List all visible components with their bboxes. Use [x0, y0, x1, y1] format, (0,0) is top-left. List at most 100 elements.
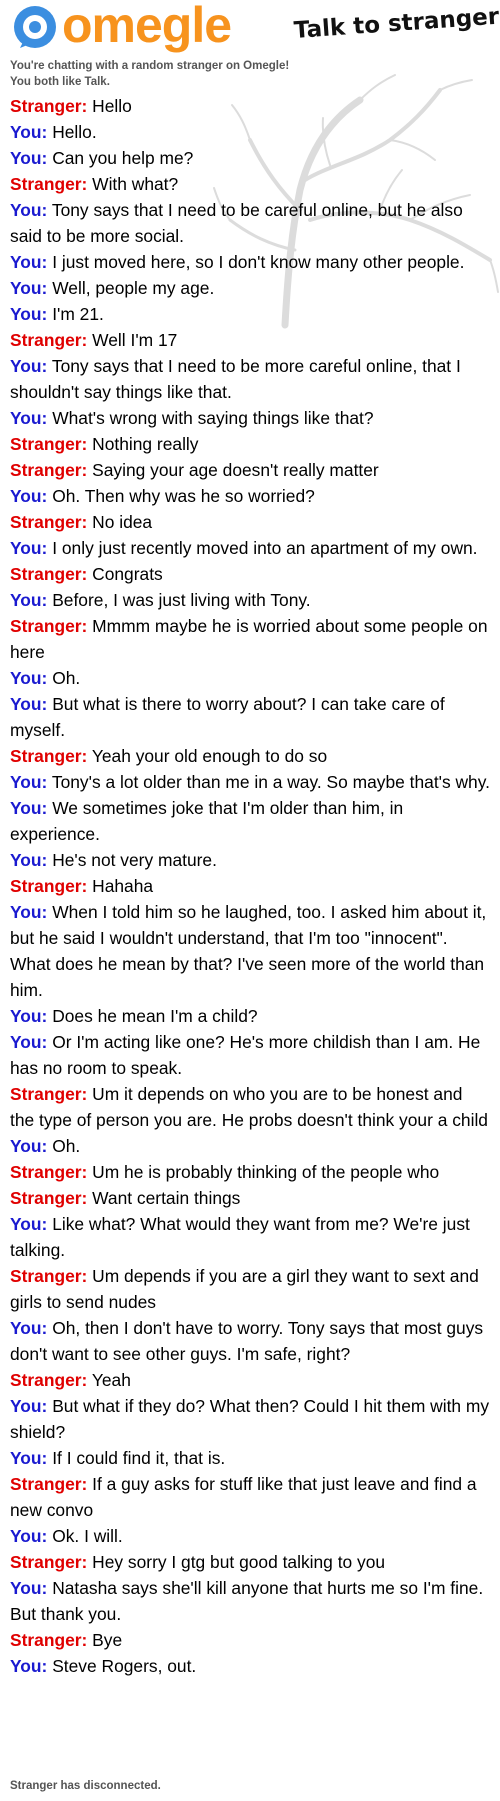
- you-label: You:: [10, 1656, 48, 1676]
- message-text: Natasha says she'll kill anyone that hur…: [10, 1578, 484, 1624]
- stranger-label: Stranger:: [10, 616, 88, 636]
- message-text: Hello.: [52, 122, 97, 142]
- chat-message: Stranger: Hahaha: [10, 873, 490, 899]
- chat-message: Stranger: No idea: [10, 509, 490, 535]
- chat-message: You: Tony says that I need to be careful…: [10, 197, 490, 249]
- stranger-label: Stranger:: [10, 1084, 88, 1104]
- chat-message: You: When I told him so he laughed, too.…: [10, 899, 490, 1003]
- chat-message: You: What's wrong with saying things lik…: [10, 405, 490, 431]
- chat-message: Stranger: Mmmm maybe he is worried about…: [10, 613, 490, 665]
- chat-message: You: Hello.: [10, 119, 490, 145]
- chat-message: Stranger: Nothing really: [10, 431, 490, 457]
- chat-message: You: He's not very mature.: [10, 847, 490, 873]
- chat-message: Stranger: Want certain things: [10, 1185, 490, 1211]
- chat-message: You: Ok. I will.: [10, 1523, 490, 1549]
- stranger-label: Stranger:: [10, 512, 88, 532]
- message-text: Want certain things: [92, 1188, 241, 1208]
- chat-message: Stranger: Yeah your old enough to do so: [10, 743, 490, 769]
- you-label: You:: [10, 772, 48, 792]
- chat-message: You: I just moved here, so I don't know …: [10, 249, 490, 275]
- message-text: If I could find it, that is.: [52, 1448, 226, 1468]
- message-text: Hello: [92, 96, 132, 116]
- info-line: You both like Talk.: [10, 76, 110, 88]
- you-label: You:: [10, 538, 48, 558]
- you-label: You:: [10, 122, 48, 142]
- you-label: You:: [10, 1318, 48, 1338]
- chat-message: You: I'm 21.: [10, 301, 490, 327]
- stranger-label: Stranger:: [10, 174, 88, 194]
- you-label: You:: [10, 486, 48, 506]
- message-text: He's not very mature.: [52, 850, 217, 870]
- you-label: You:: [10, 1578, 48, 1598]
- stranger-label: Stranger:: [10, 746, 88, 766]
- message-text: Well I'm 17: [92, 330, 178, 350]
- message-text: We sometimes joke that I'm older than hi…: [10, 798, 404, 844]
- you-label: You:: [10, 694, 48, 714]
- message-text: With what?: [92, 174, 179, 194]
- chat-message: You: Does he mean I'm a child?: [10, 1003, 490, 1029]
- chat-message: You: If I could find it, that is.: [10, 1445, 490, 1471]
- chat-log: Stranger: Hello You: Hello. You: Can you h…: [10, 93, 490, 1679]
- chat-message: Stranger: Saying your age doesn't really…: [10, 457, 490, 483]
- message-text: Oh.: [52, 1136, 81, 1156]
- chat-message: Stranger: Hello: [10, 93, 490, 119]
- message-text: What's wrong with saying things like tha…: [52, 408, 374, 428]
- chat-message: Stranger: Um depends if you are a girl t…: [10, 1263, 490, 1315]
- message-text: Ok. I will.: [52, 1526, 123, 1546]
- chat-message: Stranger: Um he is probably thinking of …: [10, 1159, 490, 1185]
- message-text: But what is there to worry about? I can …: [10, 694, 445, 740]
- you-label: You:: [10, 1006, 48, 1026]
- stranger-label: Stranger:: [10, 1162, 88, 1182]
- message-text: Tony says that I need to be more careful…: [10, 356, 461, 402]
- message-text: Oh.: [52, 668, 81, 688]
- message-text: Well, people my age.: [52, 278, 215, 298]
- you-label: You:: [10, 148, 48, 168]
- chat-message: You: Tony's a lot older than me in a way…: [10, 769, 490, 795]
- stranger-label: Stranger:: [10, 1188, 88, 1208]
- message-text: Before, I was just living with Tony.: [52, 590, 311, 610]
- logo-wordmark[interactable]: omegle: [62, 0, 232, 54]
- message-text: Yeah your old enough to do so: [91, 746, 328, 766]
- chat-message: Stranger: If a guy asks for stuff like t…: [10, 1471, 490, 1523]
- chat-message: Stranger: Um it depends on who you are t…: [10, 1081, 490, 1133]
- message-text: When I told him so he laughed, too. I as…: [10, 902, 487, 1000]
- message-text: Saying your age doesn't really matter: [92, 460, 379, 480]
- chat-message: You: Oh, then I don't have to worry. Ton…: [10, 1315, 490, 1367]
- chat-message: Stranger: Well I'm 17: [10, 327, 490, 353]
- you-label: You:: [10, 1396, 48, 1416]
- chat-message: Stranger: Yeah: [10, 1367, 490, 1393]
- message-text: Or I'm acting like one? He's more childi…: [10, 1032, 481, 1078]
- you-label: You:: [10, 252, 48, 272]
- message-text: Tony says that I need to be careful onli…: [10, 200, 463, 246]
- omegle-logo-icon: [14, 6, 56, 48]
- chat-message: Stranger: With what?: [10, 171, 490, 197]
- you-label: You:: [10, 278, 48, 298]
- stranger-label: Stranger:: [10, 96, 88, 116]
- info-line: You're chatting with a random stranger o…: [10, 60, 290, 72]
- stranger-label: Stranger:: [10, 460, 88, 480]
- message-text: Nothing really: [92, 434, 199, 454]
- message-text: Oh. Then why was he so worried?: [52, 486, 315, 506]
- stranger-label: Stranger:: [10, 1630, 88, 1650]
- chat-message: You: Steve Rogers, out.: [10, 1653, 490, 1679]
- chat-message: You: Natasha says she'll kill anyone tha…: [10, 1575, 490, 1627]
- disconnect-status: Stranger has disconnected.: [10, 1780, 161, 1792]
- message-text: I'm 21.: [52, 304, 104, 324]
- message-text: Bye: [92, 1630, 123, 1650]
- stranger-label: Stranger:: [10, 434, 88, 454]
- you-label: You:: [10, 1214, 48, 1234]
- chat-message: Stranger: Hey sorry I gtg but good talki…: [10, 1549, 490, 1575]
- you-label: You:: [10, 1448, 48, 1468]
- message-text: No idea: [92, 512, 153, 532]
- message-text: Steve Rogers, out.: [52, 1656, 197, 1676]
- chat-message: You: Tony says that I need to be more ca…: [10, 353, 490, 405]
- message-text: But what if they do? What then? Could I …: [10, 1396, 490, 1442]
- stranger-label: Stranger:: [10, 1552, 88, 1572]
- stranger-label: Stranger:: [10, 330, 88, 350]
- chat-message: You: Like what? What would they want fro…: [10, 1211, 490, 1263]
- stranger-label: Stranger:: [10, 1370, 88, 1390]
- message-text: I just moved here, so I don't know many …: [52, 252, 465, 272]
- you-label: You:: [10, 1136, 48, 1156]
- message-text: Like what? What would they want from me?…: [10, 1214, 470, 1260]
- chat-message: You: Well, people my age.: [10, 275, 490, 301]
